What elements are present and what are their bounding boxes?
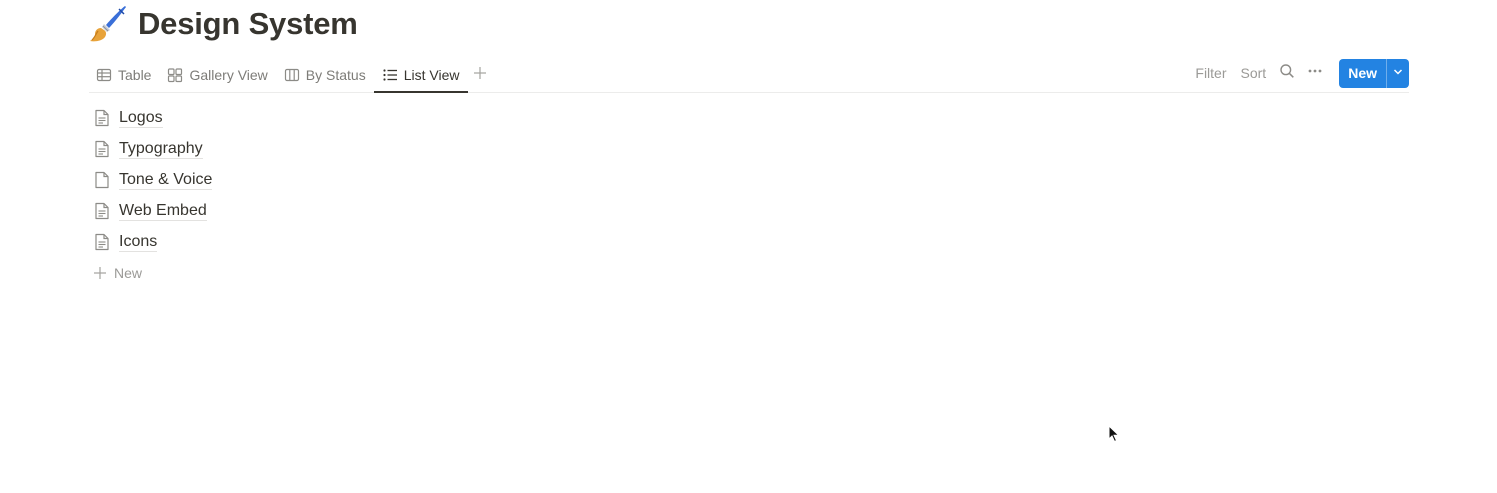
plus-icon bbox=[90, 263, 110, 283]
page-header: Design System bbox=[89, 3, 358, 45]
list-item-label: Tone & Voice bbox=[119, 170, 213, 190]
search-icon bbox=[1279, 63, 1295, 84]
list-item[interactable]: Typography bbox=[89, 133, 689, 164]
list-item-label: Logos bbox=[119, 108, 163, 128]
new-button[interactable]: New bbox=[1339, 59, 1386, 88]
new-dropdown-button[interactable] bbox=[1386, 58, 1409, 88]
tab-table[interactable]: Table bbox=[89, 58, 159, 92]
add-new-row-label: New bbox=[114, 264, 143, 281]
tab-label: List View bbox=[403, 67, 460, 83]
page-text-icon bbox=[92, 139, 112, 159]
view-tabs: Table Gallery View By Status List View bbox=[89, 58, 492, 93]
sort-button[interactable]: Sort bbox=[1234, 59, 1274, 87]
add-new-row-button[interactable]: New bbox=[89, 257, 689, 288]
gallery-icon bbox=[167, 67, 183, 83]
board-icon bbox=[284, 67, 300, 83]
list-item-label: Web Embed bbox=[119, 201, 207, 221]
tab-label: Gallery View bbox=[189, 67, 268, 83]
list-item[interactable]: Logos bbox=[89, 102, 689, 133]
view-tabbar: Table Gallery View By Status List View F… bbox=[89, 58, 1409, 93]
chevron-down-icon bbox=[1393, 64, 1403, 82]
tab-label: Table bbox=[118, 67, 152, 83]
list-item-label: Typography bbox=[119, 139, 203, 159]
mouse-cursor-icon bbox=[1108, 424, 1120, 443]
list-item-label: Icons bbox=[119, 232, 158, 252]
more-options-button[interactable] bbox=[1301, 59, 1329, 87]
list-item[interactable]: Icons bbox=[89, 226, 689, 257]
tab-by-status[interactable]: By Status bbox=[276, 58, 374, 92]
tab-list-view[interactable]: List View bbox=[373, 58, 468, 93]
list-item[interactable]: Web Embed bbox=[89, 195, 689, 226]
table-icon bbox=[96, 67, 112, 83]
list-icon bbox=[382, 67, 398, 83]
view-actions: Filter Sort New bbox=[1188, 58, 1409, 88]
filter-button[interactable]: Filter bbox=[1188, 59, 1233, 87]
new-button-group: New bbox=[1339, 58, 1409, 88]
more-horizontal-icon bbox=[1307, 63, 1323, 84]
page-text-icon bbox=[92, 108, 112, 128]
paintbrush-icon[interactable] bbox=[89, 4, 127, 44]
page-text-icon bbox=[92, 201, 112, 221]
page-text-icon bbox=[92, 232, 112, 252]
page-title[interactable]: Design System bbox=[138, 6, 358, 42]
search-button[interactable] bbox=[1273, 59, 1301, 87]
page-blank-icon bbox=[92, 170, 112, 190]
list-item[interactable]: Tone & Voice bbox=[89, 164, 689, 195]
tab-label: By Status bbox=[305, 67, 366, 83]
add-view-button[interactable] bbox=[468, 63, 492, 87]
list-view: Logos Typography Tone & Voice Web Embed … bbox=[89, 102, 689, 288]
tab-gallery-view[interactable]: Gallery View bbox=[159, 58, 275, 92]
plus-icon bbox=[473, 66, 487, 85]
